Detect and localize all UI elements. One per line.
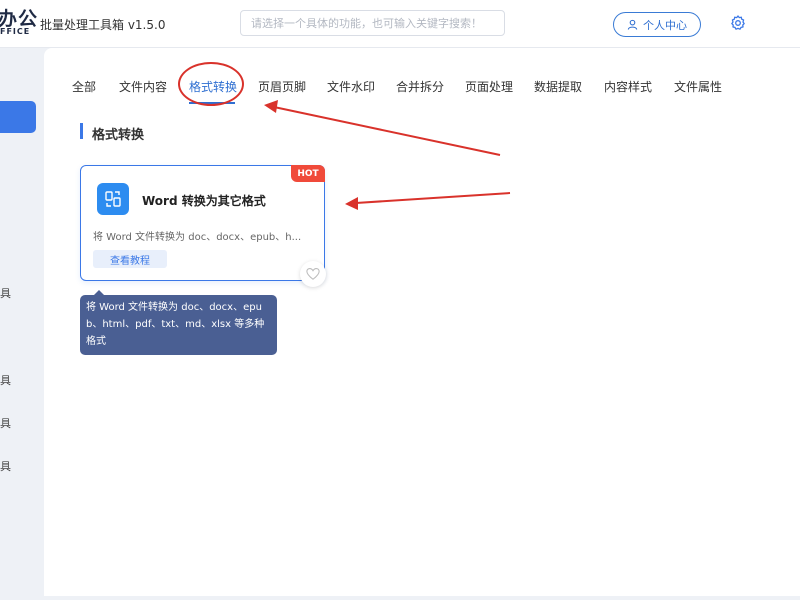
convert-icon [97,183,129,215]
card-description: 将 Word 文件转换为 doc、docx、epub、h... [93,232,302,243]
tab-file-properties[interactable]: 文件属性 [674,78,722,95]
tab-watermark[interactable]: 文件水印 [327,78,375,95]
tab-content-style[interactable]: 内容样式 [604,78,652,95]
main-panel: 全部 文件内容 格式转换 页眉页脚 文件水印 合并拆分 页面处理 数据提取 内容… [44,48,800,596]
tooltip-line: 将 Word 文件转换为 doc、docx、epu [86,302,262,313]
section-title: 格式转换 [92,128,145,143]
card-tooltip: 将 Word 文件转换为 doc、docx、epu b、html、pdf、txt… [80,295,277,355]
user-center-label: 个人中心 [643,18,687,32]
tab-merge-split[interactable]: 合并拆分 [396,78,444,95]
hot-badge: HOT [291,165,325,182]
tab-file-content[interactable]: 文件内容 [119,78,167,95]
app-logo-subtext: FFICE [0,27,31,36]
title-bar: 办公 FFICE 批量处理工具箱 v1.5.0 个人中心 [0,0,800,48]
tab-data-extract[interactable]: 数据提取 [534,78,582,95]
gear-icon[interactable] [730,15,746,31]
tab-header-footer[interactable]: 页眉页脚 [258,78,306,95]
tooltip-line: 格式 [86,336,106,347]
app-title: 批量处理工具箱 v1.5.0 [40,18,166,32]
tooltip-line: b、html、pdf、txt、md、xlsx 等多种 [86,319,265,330]
search-input[interactable] [240,10,505,36]
sidebar-item-active[interactable] [0,101,36,133]
tab-all[interactable]: 全部 [72,78,96,95]
section-accent-bar [80,123,83,139]
heart-icon[interactable] [300,261,326,287]
user-icon [627,19,638,30]
sidebar-item-label[interactable]: 具 [0,458,11,474]
tab-page-process[interactable]: 页面处理 [465,78,513,95]
user-center-button[interactable]: 个人中心 [613,12,701,37]
annotation-circle [178,62,244,106]
tool-card-word-convert[interactable]: HOT Word 转换为其它格式 将 Word 文件转换为 doc、docx、e… [80,165,325,281]
card-title: Word 转换为其它格式 [142,194,266,208]
sidebar-item-label[interactable]: 具 [0,372,11,388]
sidebar-item-label[interactable]: 具 [0,285,11,301]
category-tabs: 全部 文件内容 格式转换 页眉页脚 文件水印 合并拆分 页面处理 数据提取 内容… [44,72,800,96]
sidebar-item-label[interactable]: 具 [0,415,11,431]
view-tutorial-button[interactable]: 查看教程 [93,250,167,268]
